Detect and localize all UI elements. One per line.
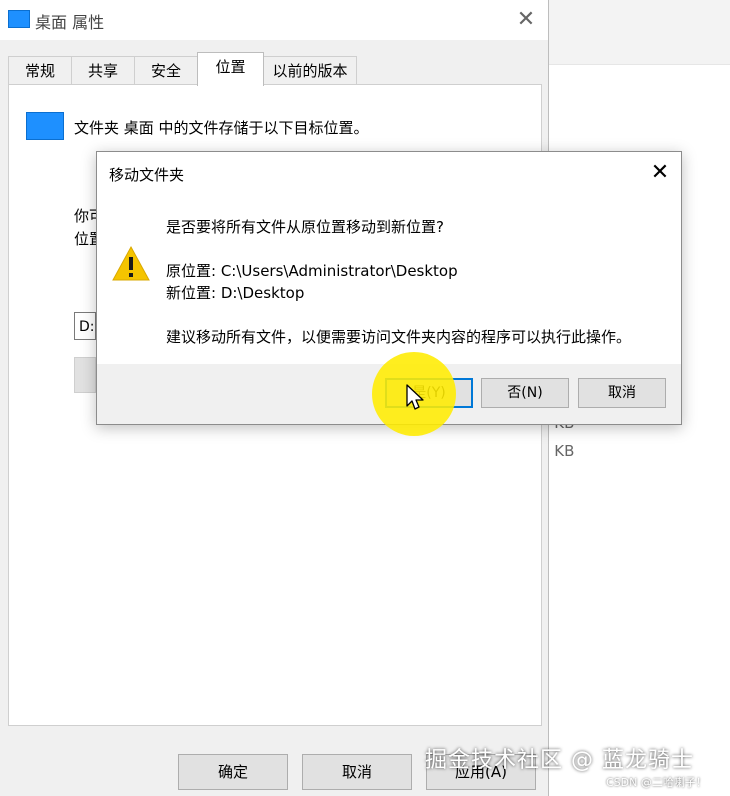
move-advice-text: 建议移动所有文件，以便需要访问文件夹内容的程序可以执行此操作。 (166, 328, 632, 346)
mouse-cursor-icon (406, 384, 424, 410)
close-icon[interactable]: ✕ (512, 6, 540, 34)
folder-icon (8, 10, 30, 28)
target-path-input[interactable]: D: (74, 312, 96, 340)
tab-location[interactable]: 位置 (197, 52, 264, 86)
tab-previous-versions[interactable]: 以前的版本 (263, 56, 357, 85)
move-dialog-title: 移动文件夹 (109, 166, 185, 184)
tab-general[interactable]: 常规 (8, 56, 72, 85)
cancel-button[interactable]: 取消 (302, 754, 412, 790)
csdn-watermark: CSDN @二哈喇子！ (606, 776, 707, 789)
cancel-button[interactable]: 取消 (578, 378, 666, 408)
restore-default-button[interactable] (74, 357, 96, 393)
move-dialog-body: 是否要将所有文件从原位置移动到新位置? 原位置: C:\Users\Admini… (97, 194, 681, 364)
original-location-text: 原位置: C:\Users\Administrator\Desktop (166, 262, 458, 280)
move-dialog-titlebar: 移动文件夹 ✕ (97, 152, 681, 194)
background-explorer-header (548, 0, 730, 65)
close-icon[interactable]: ✕ (645, 158, 675, 188)
warning-icon (112, 245, 150, 281)
tab-sharing[interactable]: 共享 (71, 56, 135, 85)
tab-security[interactable]: 安全 (134, 56, 198, 85)
move-question: 是否要将所有文件从原位置移动到新位置? (166, 218, 444, 236)
no-button[interactable]: 否(N) (481, 378, 569, 408)
watermark: 掘金技术社区 @ 蓝龙骑士 (425, 748, 694, 773)
new-location-text: 新位置: D:\Desktop (166, 284, 305, 302)
location-description: 文件夹 桌面 中的文件存储于以下目标位置。 (74, 119, 369, 137)
ok-button[interactable]: 确定 (178, 754, 288, 790)
properties-title: 桌面 属性 (35, 13, 105, 32)
folder-icon (26, 112, 64, 140)
properties-titlebar: 桌面 属性 ✕ (0, 0, 548, 40)
